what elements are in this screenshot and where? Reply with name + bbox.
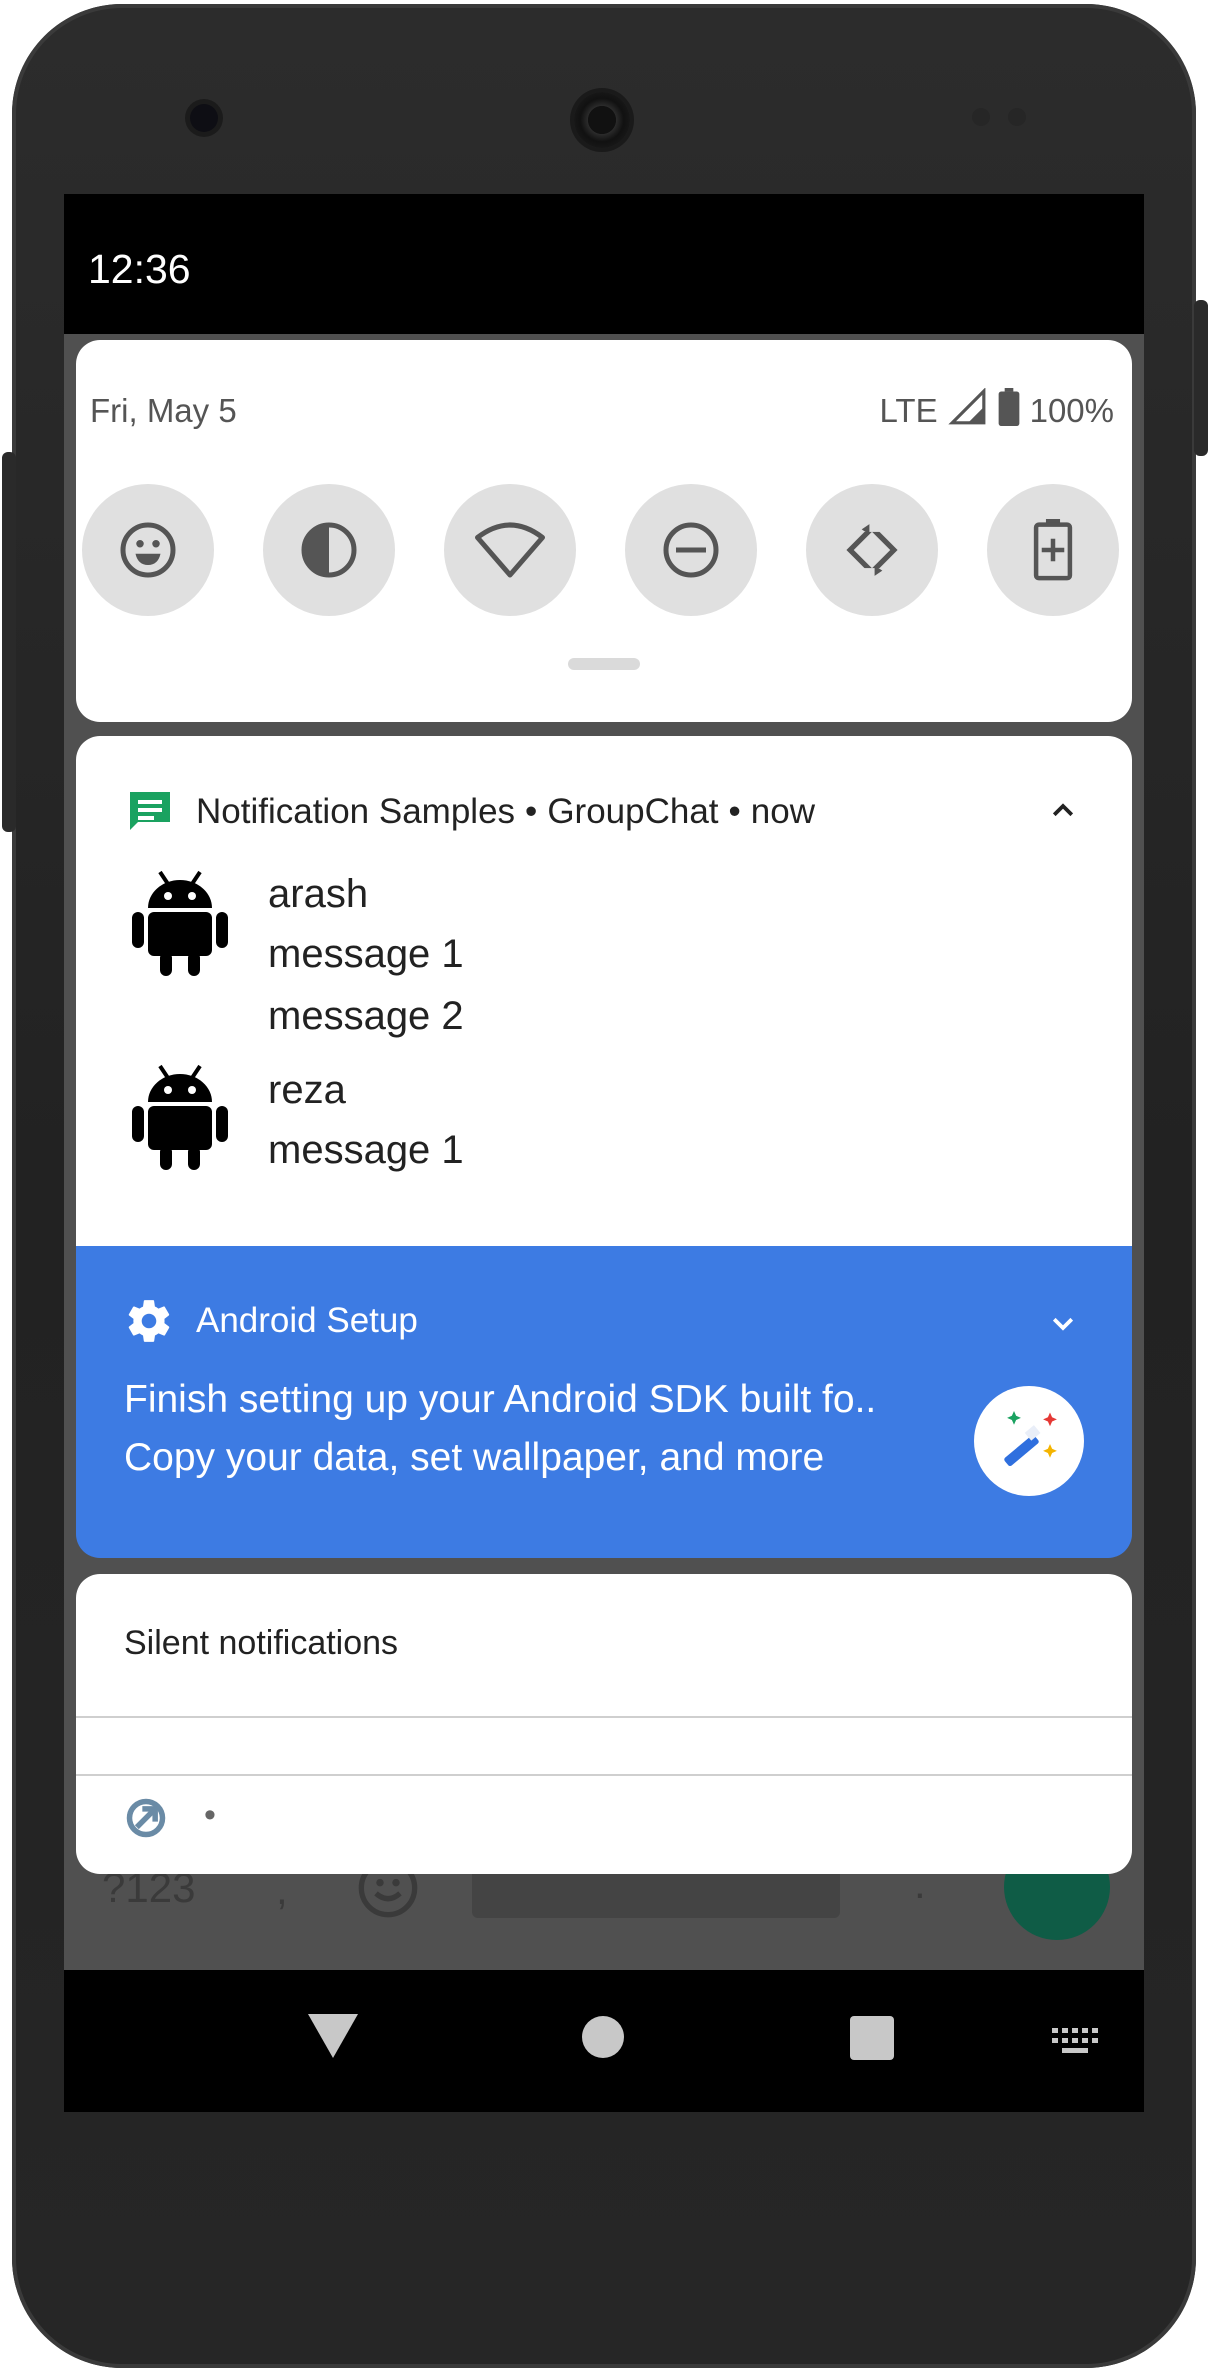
battery-icon <box>998 388 1020 434</box>
app-name: Notification Samples <box>196 792 516 831</box>
message-text: message 1 <box>268 1128 464 1172</box>
date-label[interactable]: Fri, May 5 <box>90 392 237 430</box>
gear-icon <box>124 1296 174 1351</box>
message-icon <box>126 788 174 841</box>
silent-row-separator: • <box>204 1796 216 1834</box>
recents-icon[interactable] <box>850 2016 894 2060</box>
light-sensor <box>1008 108 1026 126</box>
do-not-disturb-tile[interactable] <box>625 484 757 616</box>
quick-settings-panel: Fri, May 5 LTE 100% <box>76 340 1132 722</box>
setup-text: Copy your data, set wallpaper, and more <box>124 1436 825 1479</box>
screen: 12:36 ?123 , . Fri, May 5 LTE 100% Notif… <box>64 194 1144 2112</box>
power-button <box>1194 300 1208 456</box>
wifi-icon <box>475 522 545 578</box>
do-not-disturb-icon <box>663 522 719 578</box>
clock: 12:36 <box>88 246 191 292</box>
navigation-bar <box>64 1970 1144 2112</box>
groupchat-notification[interactable]: Notification Samples • GroupChat • now arash… <box>76 736 1132 1256</box>
earpiece-speaker <box>574 92 630 148</box>
message-text: message 1 <box>268 932 464 976</box>
wifi-tile[interactable] <box>444 484 576 616</box>
header-separator: • <box>525 792 538 831</box>
expand-handle[interactable] <box>568 658 640 670</box>
divider <box>76 1774 1132 1776</box>
auto-rotate-tile[interactable] <box>806 484 938 616</box>
silent-notifications-header: Silent notifications <box>124 1624 399 1662</box>
invert-colors-tile[interactable] <box>263 484 395 616</box>
data-saver-icon <box>124 1796 168 1845</box>
network-type: LTE <box>879 392 938 429</box>
status-icons: LTE 100% <box>879 387 1114 434</box>
invert-colors-icon <box>301 522 357 578</box>
setup-title: Finish setting up your Android SDK built… <box>124 1378 877 1421</box>
message-text: message 2 <box>268 994 464 1038</box>
proximity-sensor <box>972 108 990 126</box>
android-avatar-icon <box>132 868 228 985</box>
magic-wand-icon <box>974 1386 1084 1496</box>
android-setup-notification[interactable]: Android Setup Finish setting up your And… <box>76 1246 1132 1558</box>
status-bar: 12:36 <box>64 194 1144 334</box>
channel-name: GroupChat <box>547 792 719 831</box>
sender-name: reza <box>268 1068 346 1112</box>
battery-saver-tile[interactable] <box>987 484 1119 616</box>
header-separator: • <box>728 792 741 831</box>
android-avatar-icon <box>132 1062 228 1179</box>
emoji-icon <box>120 522 176 578</box>
auto-rotate-icon <box>846 521 898 579</box>
volume-button <box>2 452 16 832</box>
signal-icon <box>947 387 988 434</box>
emoji-tile[interactable] <box>82 484 214 616</box>
front-camera <box>190 104 218 132</box>
keyboard-switch-icon[interactable] <box>1052 2028 1100 2063</box>
battery-percent: 100% <box>1029 392 1114 429</box>
expand-chevron-icon[interactable] <box>1048 1308 1078 1343</box>
sender-name: arash <box>268 872 369 916</box>
notification-header: Notification Samples • GroupChat • now <box>196 792 815 832</box>
home-icon[interactable] <box>582 2016 624 2058</box>
notification-time: now <box>750 792 816 831</box>
battery-saver-icon <box>1033 519 1073 581</box>
divider <box>76 1716 1132 1718</box>
setup-app-name: Android Setup <box>196 1301 418 1340</box>
collapse-chevron-icon[interactable] <box>1048 796 1078 831</box>
back-icon[interactable] <box>308 2014 358 2058</box>
silent-notifications-panel: Silent notifications • <box>76 1574 1132 1874</box>
